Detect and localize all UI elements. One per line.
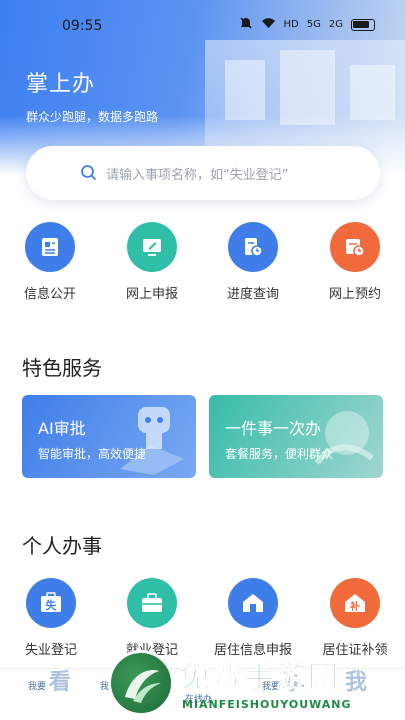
watermark-logo [108,650,174,716]
hd-label: HD [283,19,299,30]
featured-section-title: 特色服务 [22,356,102,380]
briefcase-icon [127,578,177,628]
service-residence-declaration[interactable]: 居住信息申报 [208,578,298,658]
quick-action-info-public[interactable]: 信息公开 [10,222,90,302]
svg-text:失: 失 [46,598,58,612]
unemployment-icon: 失 [26,578,76,628]
5g-label: 5G [306,19,321,30]
watermark: 免费手游网 MIANFEISHOUYOUWANG [108,648,398,720]
service-residence-permit-reissue[interactable]: 补 居住证补领 [310,578,400,658]
document-icon [25,222,75,272]
page-title: 掌上办 [26,72,96,97]
status-time: 09:55 [62,18,103,34]
card-ai-approval[interactable]: AI审批 智能审批，高效便捷 [22,395,196,478]
quick-action-online-apply[interactable]: 网上申报 [112,222,192,302]
personal-section-title: 个人办事 [22,534,102,558]
reissue-icon: 补 [330,578,380,628]
quick-action-appointment[interactable]: 网上预约 [315,222,395,302]
appointment-clock-icon [330,222,380,272]
service-unemployment-registration[interactable]: 失 失业登记 [6,578,96,658]
tab-look[interactable]: 我要 看 [28,672,71,694]
quick-actions: 信息公开 网上申报 进度查询 网上预约 [0,222,405,302]
2g-label: 2G [328,19,343,30]
card-one-stop[interactable]: 一件事一次办 套餐服务，便利群众 [209,395,383,478]
search-placeholder: 请输入事项名称，如“失业登记” [106,168,289,183]
card-title: AI审批 [38,419,86,438]
quick-action-label: 信息公开 [23,287,76,302]
quick-action-label: 进度查询 [226,287,279,302]
status-bar: 09:55 HD 5G 2G [0,0,405,40]
wifi-icon [261,17,276,32]
quick-action-progress[interactable]: 进度查询 [213,222,293,302]
tab-small-label: 我要 [28,682,47,692]
house-icon [228,578,278,628]
tab-big-label: 看 [48,670,71,695]
mute-icon [239,16,253,33]
page-subtitle: 群众少跑腿，数据多跑路 [26,110,159,124]
svg-text:补: 补 [349,600,360,613]
card-subtitle: 套餐服务，便利群众 [225,447,334,461]
battery-icon [351,18,375,31]
quick-action-label: 网上预约 [328,287,381,302]
search-icon [80,164,97,185]
robot-icon [120,407,184,475]
search-input[interactable]: 请输入事项名称，如“失业登记” [26,146,380,200]
service-employment-registration[interactable]: 就业登记 [107,578,197,658]
quick-action-label: 网上申报 [125,287,178,302]
service-label: 失业登记 [24,643,77,658]
card-subtitle: 智能审批，高效便捷 [38,447,147,461]
card-title: 一件事一次办 [225,419,322,438]
watermark-subtitle: MIANFEISHOUYOUWANG [182,698,352,711]
edit-screen-icon [127,222,177,272]
watermark-title: 免费手游网 [180,660,340,696]
status-icons: HD 5G 2G [239,16,375,33]
progress-clock-icon [228,222,278,272]
